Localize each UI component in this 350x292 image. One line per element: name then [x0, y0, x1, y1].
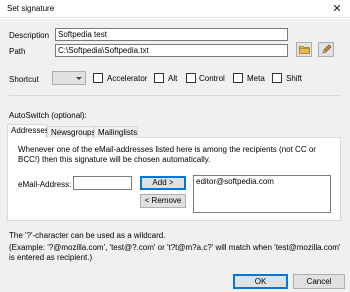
autoswitch-description: Whenever one of the eMail-addresses list… — [18, 145, 316, 164]
ok-button[interactable]: OK — [233, 274, 288, 289]
window-title: Set signature — [7, 4, 55, 13]
shift-checkbox[interactable] — [272, 73, 282, 83]
title-bar: Set signature ✕ — [0, 0, 350, 18]
tab-mailinglists[interactable]: Mailinglists — [94, 126, 138, 138]
meta-checkbox[interactable] — [233, 73, 243, 83]
accelerator-checkbox[interactable] — [93, 73, 103, 83]
shortcut-label: Shortcut — [9, 75, 39, 84]
add-button[interactable]: Add > — [140, 176, 186, 190]
accelerator-label: Accelerator — [107, 74, 148, 83]
control-label: Control — [199, 74, 225, 83]
tab-addresses[interactable]: Addresses — [7, 124, 49, 138]
edit-button[interactable] — [318, 42, 334, 57]
example-note: (Example: '?@mozilla.com', 'test@?.com' … — [9, 243, 341, 262]
close-icon[interactable]: ✕ — [327, 1, 347, 17]
wildcard-note: The '?'-character can be used as a wildc… — [9, 231, 166, 240]
path-label: Path — [9, 47, 26, 56]
autoswitch-label: AutoSwitch (optional): — [9, 111, 87, 120]
pencil-icon — [321, 44, 331, 54]
path-field[interactable]: C:\Softpedia\Softpedia.txt — [55, 44, 288, 57]
chevron-down-icon — [76, 77, 82, 80]
tab-newsgroups[interactable]: Newsgroups — [47, 126, 95, 138]
alt-label: Alt — [168, 74, 178, 83]
browse-button[interactable] — [296, 42, 312, 57]
list-item[interactable]: editor@softpedia.com — [196, 177, 328, 186]
divider — [9, 95, 341, 96]
meta-label: Meta — [247, 74, 265, 83]
alt-checkbox[interactable] — [154, 73, 164, 83]
email-address-input[interactable] — [73, 176, 132, 190]
email-address-label: eMail-Address: — [18, 180, 72, 189]
folder-icon — [298, 46, 310, 54]
description-field[interactable]: Softpedia test — [55, 28, 288, 41]
cancel-button[interactable]: Cancel — [293, 274, 345, 289]
remove-button[interactable]: < Remove — [140, 194, 186, 208]
control-checkbox[interactable] — [186, 73, 196, 83]
description-label: Description — [9, 31, 50, 40]
shift-label: Shift — [286, 74, 303, 83]
address-list[interactable]: editor@softpedia.com — [193, 175, 331, 213]
shortcut-dropdown[interactable] — [52, 71, 86, 85]
